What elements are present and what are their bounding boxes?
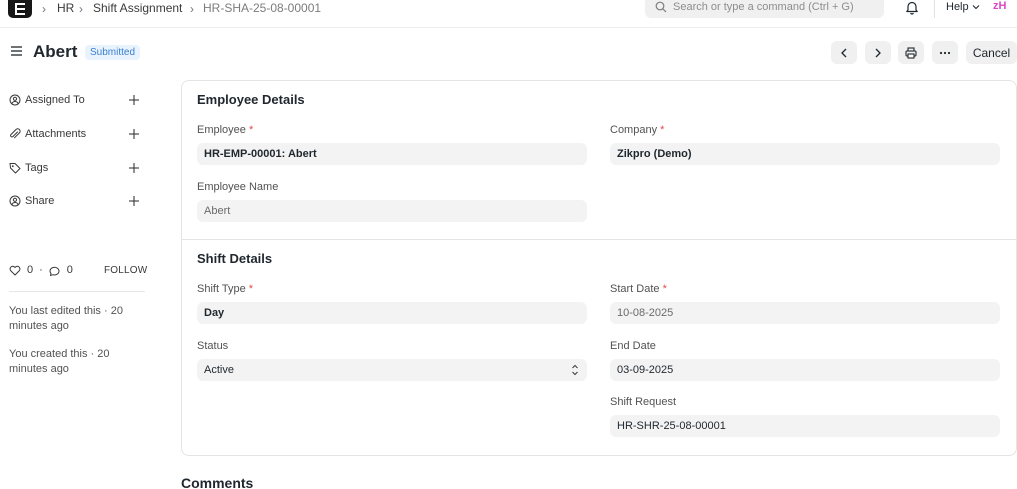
stats-separator: ·: [39, 264, 43, 276]
logo-letter-icon: [15, 3, 25, 15]
user-check-icon: [9, 94, 21, 106]
add-share-plus-icon[interactable]: [128, 195, 140, 207]
form-card: [181, 80, 1017, 456]
created-note: You created this · 20 minutes ago: [9, 348, 110, 375]
status-select-value: Active: [204, 364, 234, 376]
paperclip-icon: [10, 128, 21, 139]
comments-count: 0: [66, 264, 73, 276]
shift-type-label: Shift Type *: [197, 283, 254, 295]
sidebar-divider: [9, 291, 145, 292]
employee-name-field[interactable]: Abert: [197, 200, 587, 222]
end-date-label: End Date: [610, 340, 656, 352]
sidebar-item-label: Tags: [25, 162, 49, 174]
sidebar-item-assigned-to[interactable]: Assigned To: [9, 92, 85, 108]
navbar-divider: [934, 0, 935, 18]
add-tag-plus-icon[interactable]: [128, 162, 140, 174]
company-label: Company *: [610, 124, 665, 136]
sidebar-toggle-icon[interactable]: [10, 45, 23, 57]
section-title-shift-details: Shift Details: [197, 251, 273, 266]
page-title: Abert: [33, 42, 78, 61]
breadcrumb-hr[interactable]: HR: [57, 1, 74, 15]
sidebar-item-label: Assigned To: [25, 94, 85, 106]
start-date-label: Start Date *: [610, 283, 667, 295]
breadcrumb-shift-assignment[interactable]: Shift Assignment: [93, 1, 182, 15]
likes-count: 0: [27, 264, 34, 276]
breadcrumb-current-doc[interactable]: HR-SHA-25-08-00001: [203, 1, 321, 15]
start-date-field[interactable]: 10-08-2025: [610, 302, 1000, 324]
previous-doc-button[interactable]: [831, 41, 857, 64]
help-label: Help: [946, 1, 969, 13]
status-badge: Submitted: [85, 45, 141, 60]
top-navbar: › HR › Shift Assignment › HR-SHA-25-08-0…: [0, 0, 1017, 28]
tag-icon: [9, 163, 21, 174]
employee-field[interactable]: HR-EMP-00001: Abert: [197, 143, 587, 165]
sidebar-item-share[interactable]: Share: [9, 193, 54, 209]
section-title-employee-details: Employee Details: [197, 92, 305, 107]
user-avatar[interactable]: zH: [993, 0, 1006, 12]
end-date-field[interactable]: 03-09-2025: [610, 359, 1000, 381]
chevron-down-icon: [972, 5, 980, 10]
next-doc-button[interactable]: [865, 41, 891, 64]
notification-bell-icon[interactable]: [905, 0, 919, 15]
chevron-left-icon: [841, 48, 847, 57]
sidebar-item-label: Attachments: [25, 128, 87, 140]
status-select[interactable]: Active: [197, 359, 587, 381]
sidebar-item-tags[interactable]: Tags: [9, 160, 48, 176]
employee-name-label: Employee Name: [197, 181, 279, 193]
engagement-stats: 0 · 0: [9, 264, 73, 276]
more-horizontal-icon: [939, 51, 951, 54]
company-field[interactable]: Zikpro (Demo): [610, 143, 1000, 165]
print-button[interactable]: [898, 41, 924, 64]
employee-label: Employee *: [197, 124, 254, 136]
share-icon: [9, 195, 21, 207]
breadcrumb-chevron-icon: ›: [42, 2, 46, 16]
last-edited-note: You last edited this · 20 minutes ago: [9, 305, 123, 332]
comment-icon[interactable]: [49, 265, 61, 276]
shift-request-label: Shift Request: [610, 396, 677, 408]
add-assignee-plus-icon[interactable]: [128, 94, 140, 106]
shift-request-field[interactable]: HR-SHR-25-08-00001: [610, 415, 1000, 437]
search-input[interactable]: Search or type a command (Ctrl + G): [645, 0, 884, 18]
search-icon: [655, 1, 667, 13]
more-actions-button[interactable]: [932, 41, 958, 64]
breadcrumb-chevron-icon: ›: [79, 2, 83, 16]
add-attachment-plus-icon[interactable]: [128, 128, 140, 140]
comments-heading: Comments: [181, 475, 254, 489]
sidebar-item-attachments[interactable]: Attachments: [9, 126, 86, 142]
select-caret-icon: [572, 364, 578, 376]
shift-type-field[interactable]: Day: [197, 302, 587, 324]
chevron-right-icon: [875, 48, 881, 57]
cancel-button[interactable]: Cancel: [966, 41, 1017, 64]
section-divider: [181, 239, 1017, 240]
printer-icon: [905, 46, 917, 59]
heart-icon[interactable]: [9, 265, 21, 276]
help-dropdown[interactable]: Help: [946, 1, 980, 13]
status-label: Status: [197, 340, 229, 352]
follow-button[interactable]: FOLLOW: [104, 265, 147, 276]
search-placeholder: Search or type a command (Ctrl + G): [673, 1, 854, 13]
app-logo[interactable]: [8, 0, 32, 18]
breadcrumb-chevron-icon: ›: [190, 2, 194, 16]
sidebar-item-label: Share: [25, 195, 55, 207]
